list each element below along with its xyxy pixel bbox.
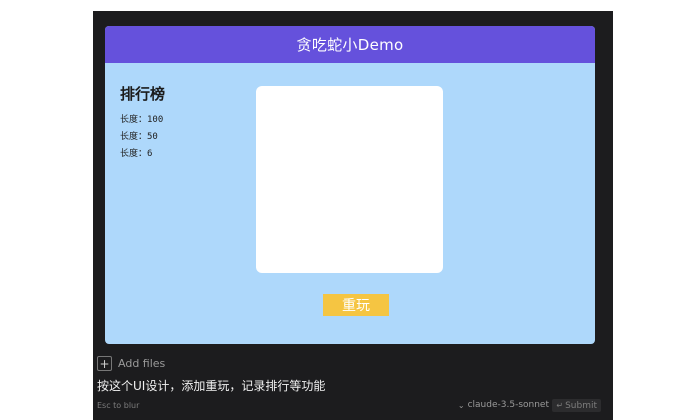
- submit-label: Submit: [565, 400, 597, 411]
- leaderboard-entry: 长度：100: [120, 115, 164, 125]
- leaderboard-title: 排行榜: [120, 85, 166, 103]
- restart-button[interactable]: 重玩: [323, 294, 389, 316]
- submit-button[interactable]: ↵ Submit: [552, 399, 601, 412]
- add-files-button[interactable]: + Add files: [97, 356, 165, 371]
- esc-hint: Esc to blur: [97, 401, 140, 410]
- model-name: claude-3.5-sonnet: [467, 400, 549, 410]
- game-board[interactable]: [256, 86, 443, 273]
- preview-panel: 贪吃蛇小Demo 排行榜 长度：100 长度：50 长度：6 重玩 + Add …: [93, 11, 613, 420]
- leaderboard-entry: 长度：6: [120, 149, 153, 159]
- app-title: 贪吃蛇小Demo: [296, 36, 404, 54]
- add-files-label: Add files: [118, 357, 166, 370]
- snake-app: 贪吃蛇小Demo 排行榜 长度：100 长度：50 长度：6 重玩: [105, 26, 595, 344]
- plus-icon: +: [97, 356, 112, 371]
- model-selector[interactable]: ⌄ claude-3.5-sonnet: [458, 400, 549, 410]
- leaderboard-entry: 长度：50: [120, 132, 158, 142]
- app-header: 贪吃蛇小Demo: [105, 26, 595, 63]
- leaderboard: 排行榜 长度：100 长度：50 长度：6: [120, 83, 165, 163]
- chevron-down-icon: ⌄: [457, 400, 465, 410]
- prompt-input[interactable]: 按这个UI设计，添加重玩，记录排行等功能: [97, 377, 325, 394]
- enter-icon: ↵: [556, 401, 564, 410]
